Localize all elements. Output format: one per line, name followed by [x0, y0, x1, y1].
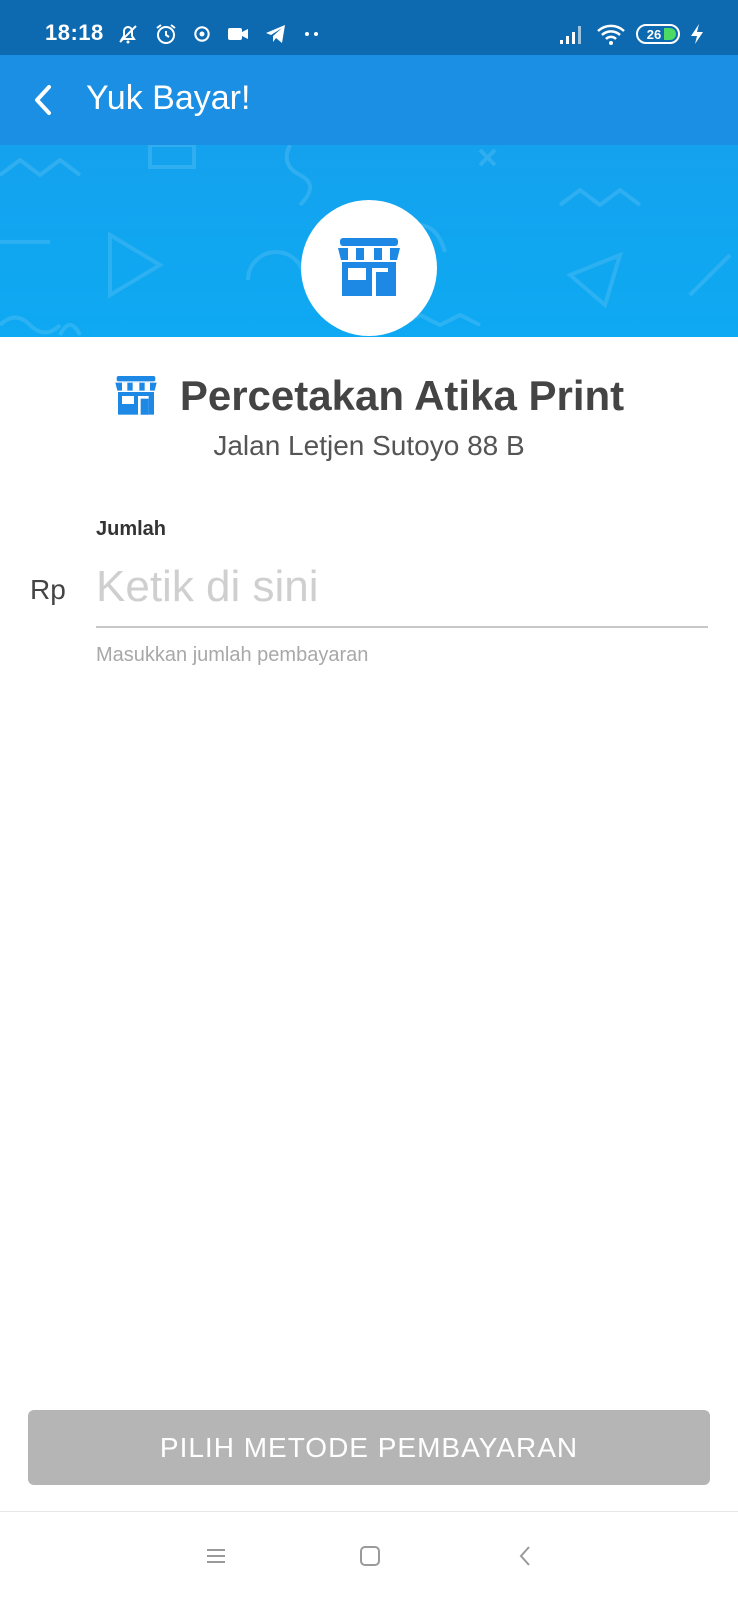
status-icons-left: [116, 20, 322, 48]
amount-label: Jumlah: [96, 518, 167, 540]
home-square-icon: [360, 1546, 380, 1566]
store-icon: [338, 238, 400, 296]
more-dots-icon: [305, 32, 318, 36]
back-chevron-icon: [519, 1546, 530, 1566]
merchant-header: Percetakan Atika Print: [0, 366, 738, 426]
amount-helper-text: Masukkan jumlah pembayaran: [96, 644, 369, 666]
battery-icon: 26: [636, 24, 680, 44]
home-button[interactable]: [350, 1536, 390, 1576]
hero-banner: [0, 145, 738, 337]
app-bar: Yuk Bayar!: [0, 55, 738, 145]
telegram-icon: [266, 25, 285, 43]
merchant-address: Jalan Letjen Sutoyo 88 B: [213, 430, 525, 461]
choose-payment-method-button[interactable]: PILIH METODE PEMBAYARAN: [28, 1410, 710, 1485]
video-icon: [228, 28, 248, 40]
wifi-icon: [597, 24, 625, 45]
back-nav-button[interactable]: [505, 1536, 545, 1576]
battery-level: 26: [646, 26, 662, 42]
status-icons-right: 26: [558, 20, 704, 48]
merchant-name: Percetakan Atika Print: [179, 372, 625, 419]
status-bar: 18:18 26: [0, 0, 738, 55]
currency-prefix: Rp: [30, 574, 66, 605]
amount-input[interactable]: [96, 548, 708, 628]
alarm-icon: [156, 24, 176, 44]
chat-bubble-icon: [194, 26, 210, 42]
menu-icon: [207, 1549, 225, 1563]
chevron-left-icon: [35, 85, 51, 115]
status-time: 18:18: [45, 20, 104, 45]
page-title: Yuk Bayar!: [86, 79, 251, 117]
store-icon: [115, 376, 157, 415]
charging-icon: [691, 24, 703, 44]
merchant-avatar: [301, 200, 437, 336]
mute-icon: [119, 25, 137, 44]
menu-button[interactable]: [196, 1536, 236, 1576]
system-nav-bar: [0, 1512, 738, 1600]
signal-icon: [560, 26, 581, 44]
back-button[interactable]: [18, 75, 68, 125]
